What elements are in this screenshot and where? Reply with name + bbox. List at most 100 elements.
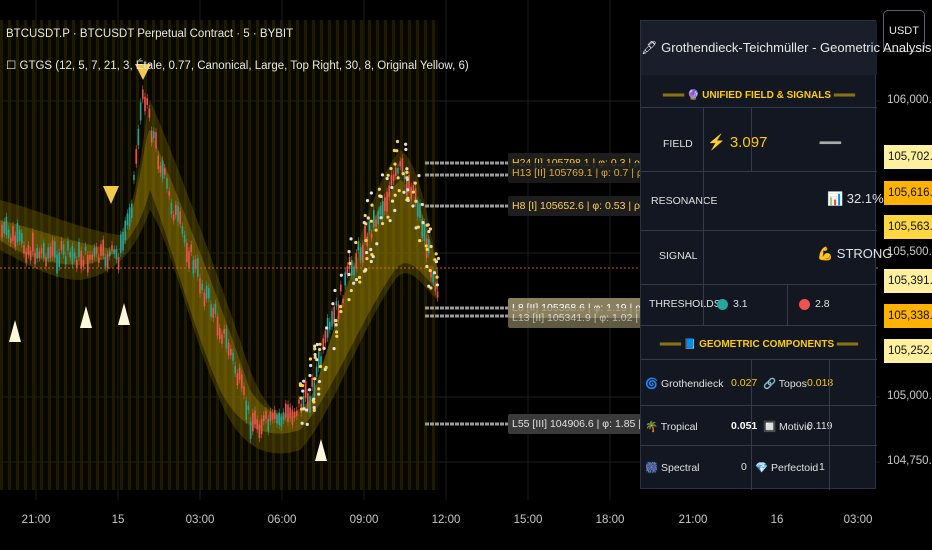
candle-body bbox=[144, 96, 146, 112]
candle-body bbox=[419, 203, 421, 218]
signal-dot bbox=[433, 258, 437, 262]
signal-dot bbox=[380, 173, 385, 177]
candle-body bbox=[135, 149, 137, 164]
candle-body bbox=[21, 232, 23, 244]
candle-body bbox=[351, 260, 353, 276]
candle-body bbox=[14, 235, 16, 248]
candle-body bbox=[249, 421, 252, 439]
candle-body bbox=[7, 229, 10, 239]
candle-body bbox=[131, 203, 133, 218]
candle-body bbox=[93, 247, 96, 257]
candle-body bbox=[331, 311, 333, 327]
candle-body bbox=[51, 240, 54, 257]
y-axis-label: 106,000.0 bbox=[887, 94, 932, 106]
candle-body bbox=[190, 244, 192, 252]
candle-body bbox=[49, 246, 52, 258]
candle-body bbox=[186, 242, 188, 263]
candle-body bbox=[89, 254, 91, 260]
y-axis-label: 104,750.0 bbox=[887, 455, 932, 467]
candle-body bbox=[307, 393, 309, 410]
signal-dot bbox=[389, 167, 393, 171]
signal-dot bbox=[338, 305, 343, 309]
component-name: 💎 Perfectoid bbox=[755, 462, 819, 474]
signal-dot bbox=[313, 344, 317, 348]
signal-dot bbox=[335, 334, 339, 338]
candle-body bbox=[254, 410, 256, 425]
x-axis-label: 09:00 bbox=[349, 514, 379, 526]
signal-dot bbox=[300, 407, 304, 411]
signal-dot bbox=[436, 256, 440, 261]
candle-body bbox=[98, 257, 100, 264]
candle-body bbox=[18, 229, 21, 242]
candle-body bbox=[219, 327, 221, 340]
signal-dot bbox=[312, 405, 316, 410]
candle-body bbox=[161, 160, 164, 179]
candle-body bbox=[434, 285, 437, 292]
signal-dot bbox=[405, 170, 409, 174]
signal-dot bbox=[404, 147, 408, 152]
candle-body bbox=[164, 168, 166, 175]
candle-body bbox=[417, 201, 419, 217]
signal-dot bbox=[406, 198, 410, 203]
candle-body bbox=[302, 395, 305, 408]
component-name: 🔗 Topos bbox=[763, 378, 807, 390]
x-axis-label: 21:00 bbox=[21, 514, 51, 526]
signal-dot bbox=[302, 379, 306, 383]
section-header-unified-field: ═══ 🔮 UNIFIED FIELD & SIGNALS ═══ bbox=[662, 90, 856, 101]
candle-body bbox=[291, 409, 294, 425]
symbol-title: BTCUSDT.P · BTCUSDT Perpetual Contract ·… bbox=[6, 28, 294, 40]
candle-body bbox=[247, 405, 250, 410]
threshold-red: 2.8 bbox=[815, 298, 830, 310]
candle-body bbox=[265, 411, 267, 420]
price-tag: 105,616.2 bbox=[884, 181, 932, 205]
signal-dot bbox=[370, 203, 374, 207]
signal-dot bbox=[347, 298, 351, 302]
signal-dot bbox=[339, 309, 343, 314]
candle-body bbox=[179, 211, 181, 225]
candle-body bbox=[71, 246, 74, 265]
signal-dot bbox=[425, 264, 429, 269]
signal-dot bbox=[318, 342, 322, 346]
candle-body bbox=[36, 248, 38, 259]
candle-body bbox=[276, 414, 278, 424]
price-tag: 105,563.1 bbox=[884, 215, 932, 239]
candle-body bbox=[245, 400, 247, 420]
candle-body bbox=[80, 250, 82, 269]
candle-body bbox=[410, 186, 412, 200]
component-value: 0.027 bbox=[731, 377, 758, 389]
signal-dot bbox=[304, 408, 309, 412]
candle-body bbox=[177, 206, 179, 222]
x-axis-label: 12:00 bbox=[431, 514, 461, 526]
candle-body bbox=[375, 219, 377, 227]
candle-body bbox=[137, 128, 140, 146]
candle-body bbox=[34, 252, 36, 265]
candle-body bbox=[236, 373, 239, 386]
signal-dot bbox=[392, 148, 396, 153]
signal-dot bbox=[362, 220, 366, 225]
x-axis-label: 18:00 bbox=[595, 514, 625, 526]
price-tag: 105,391.5 bbox=[884, 269, 932, 293]
candle-body bbox=[346, 266, 349, 275]
candle-body bbox=[309, 395, 311, 413]
candle-body bbox=[197, 257, 199, 277]
candle-body bbox=[271, 413, 274, 420]
component-name: 🎆 Spectral bbox=[645, 462, 700, 474]
candle-body bbox=[47, 247, 49, 259]
y-axis-label: 105,000.0 bbox=[887, 390, 932, 402]
signal-dot bbox=[348, 261, 352, 266]
signal-dot bbox=[406, 188, 410, 192]
candle-body bbox=[65, 256, 67, 265]
signal-dot bbox=[324, 365, 328, 370]
price-tag: 105,702.0 bbox=[884, 145, 932, 169]
signal-dot bbox=[313, 377, 317, 381]
signal-dot bbox=[390, 199, 395, 203]
x-axis-label: 16 bbox=[770, 514, 784, 526]
candle-body bbox=[109, 251, 111, 257]
candle-body bbox=[381, 201, 384, 219]
signal-dot bbox=[397, 189, 401, 193]
candle-body bbox=[115, 249, 118, 260]
indicator-legend[interactable]: ☐ GTGS (12, 5, 7, 21, 3, Étale, 0.77, Ca… bbox=[6, 58, 469, 72]
signal-dot bbox=[435, 283, 439, 287]
candle-body bbox=[150, 130, 153, 143]
candle-body bbox=[357, 241, 360, 251]
